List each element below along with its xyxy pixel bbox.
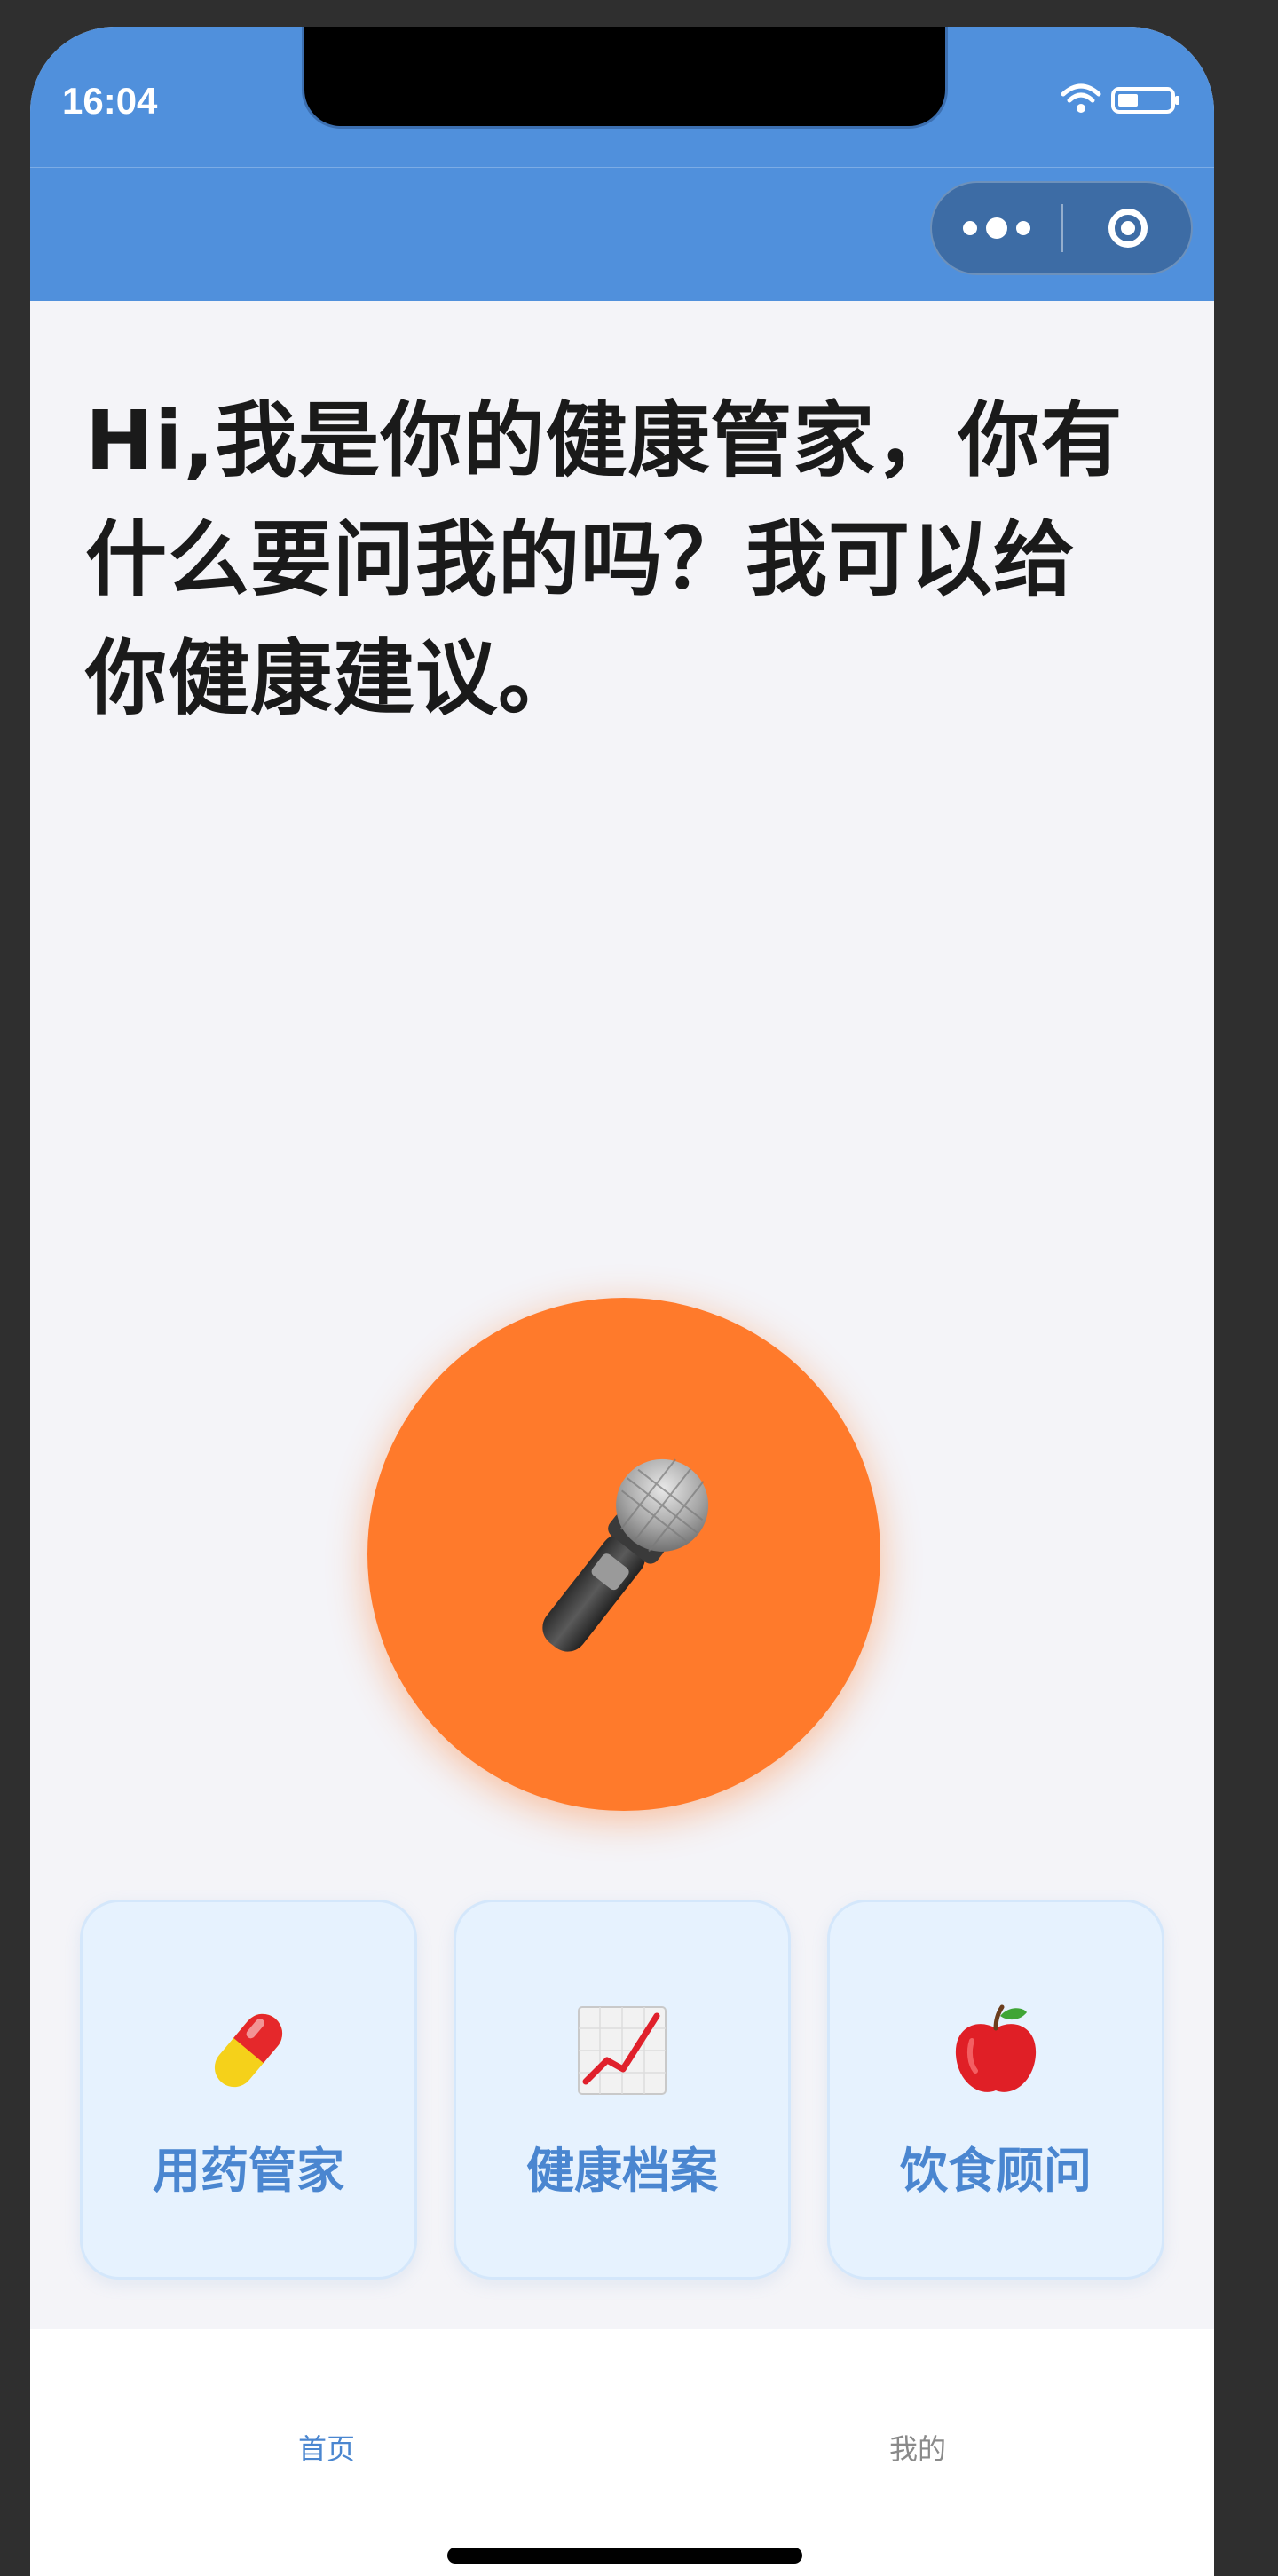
more-dot-center (986, 217, 1007, 239)
home-indicator (447, 2548, 802, 2564)
apple-icon (955, 2004, 1037, 2092)
card-label: 用药管家 (153, 2143, 344, 2199)
card-label: 健康档案 (526, 2143, 718, 2199)
microphone-icon (542, 1458, 709, 1652)
card-health-record[interactable]: 健康档案 (454, 1900, 791, 2280)
card-diet-advisor[interactable]: 饮食顾问 (827, 1900, 1164, 2280)
tab-mine[interactable]: 我的 (829, 2427, 1006, 2468)
greeting-text: Hi,我是你的健康管家，你有什么要问我的吗？我可以给你健康建议。 (85, 393, 1124, 726)
wifi-icon (1061, 83, 1101, 113)
close-mini-program-button[interactable] (1063, 183, 1193, 273)
target-close-icon-core (1121, 221, 1135, 235)
pill-icon (214, 2013, 283, 2088)
status-bar: 16:04 (30, 27, 1214, 167)
voice-input-button[interactable] (367, 1298, 880, 1811)
battery-icon (1111, 87, 1179, 114)
phone-screen: 16:04 Hi,我是你的健康管家，你有什么要问我的吗？我可以给你健康建议。 用… (30, 27, 1214, 2576)
mini-program-capsule (930, 181, 1193, 275)
tab-bar: 首页 我的 (30, 2329, 1214, 2576)
more-button[interactable] (932, 183, 1061, 273)
chart-increasing-icon (578, 2006, 667, 2095)
notch (302, 27, 948, 129)
more-dot-right (1016, 221, 1030, 235)
status-time: 16:04 (62, 80, 158, 122)
target-close-icon (1108, 209, 1148, 248)
tab-home[interactable]: 首页 (238, 2427, 415, 2468)
more-dots-icon (963, 221, 977, 235)
card-medication-manager[interactable]: 用药管家 (80, 1900, 417, 2280)
card-label: 饮食顾问 (900, 2143, 1092, 2199)
